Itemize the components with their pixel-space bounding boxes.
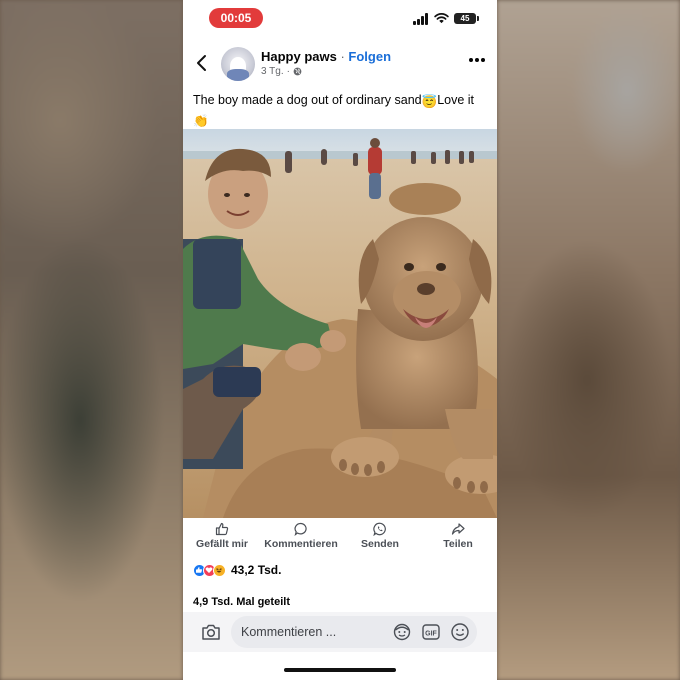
comment-button[interactable]: Kommentieren: [263, 522, 339, 556]
caption-text-2: Love it: [437, 93, 475, 107]
share-label: Teilen: [443, 538, 473, 550]
battery-indicator: 45: [454, 13, 479, 24]
status-time: 00:05: [209, 8, 263, 28]
emoji-icon[interactable]: [450, 622, 470, 642]
whatsapp-icon: [373, 522, 386, 536]
more-options-icon[interactable]: [469, 56, 487, 64]
comment-bar: GIF: [183, 612, 497, 652]
follow-button[interactable]: Folgen: [348, 49, 391, 64]
post-actions: Gefällt mir Kommentieren Senden Teilen: [183, 520, 497, 556]
caption-text-1: The boy made a dog out of ordinary sand: [193, 93, 422, 107]
wifi-icon: [434, 13, 449, 24]
signal-icon: [413, 13, 429, 25]
page-name[interactable]: Happy paws: [261, 49, 337, 64]
page-avatar[interactable]: [221, 47, 255, 81]
thumbs-up-icon: [215, 522, 229, 536]
shares-count[interactable]: 4,9 Tsd. Mal geteilt: [193, 596, 290, 608]
share-arrow-icon: [451, 523, 465, 535]
post-caption: The boy made a dog out of ordinary sand😇…: [193, 92, 489, 130]
blurred-background-right: [497, 0, 680, 680]
post-author-line: Happy paws · Folgen: [261, 49, 391, 64]
post-age[interactable]: 3 Tg.: [261, 66, 284, 77]
send-label: Senden: [361, 538, 399, 550]
reaction-summary[interactable]: 43,2 Tsd.: [193, 562, 281, 578]
post-photo[interactable]: [183, 129, 497, 518]
smiling-halo-emoji: 😇: [421, 95, 438, 109]
svg-text:GIF: GIF: [425, 631, 437, 638]
avatar-sticker-icon[interactable]: [392, 622, 412, 642]
like-label: Gefällt mir: [196, 538, 248, 550]
gif-icon[interactable]: GIF: [421, 622, 441, 642]
comment-bubble-icon: [294, 522, 307, 536]
name-separator: ·: [336, 49, 349, 64]
back-arrow-icon[interactable]: [193, 52, 211, 74]
haha-reaction-icon: [213, 563, 226, 577]
meta-separator: ·: [286, 66, 290, 77]
blurred-background-left: [0, 0, 183, 680]
share-button[interactable]: Teilen: [435, 522, 481, 556]
home-indicator[interactable]: [284, 668, 396, 672]
status-bar: 00:05 45: [183, 0, 497, 36]
like-button[interactable]: Gefällt mir: [195, 522, 249, 556]
clapping-hands-emoji: 👏: [193, 114, 209, 128]
reaction-count: 43,2 Tsd.: [231, 563, 282, 577]
post-meta: 3 Tg. ·: [261, 66, 302, 77]
comment-label: Kommentieren: [264, 538, 338, 550]
send-button[interactable]: Senden: [357, 522, 403, 556]
camera-icon[interactable]: [201, 623, 221, 641]
globe-icon: [293, 67, 302, 76]
phone-screen: 00:05 45 Happy paws · Folgen 3 Tg. · The…: [183, 0, 497, 680]
